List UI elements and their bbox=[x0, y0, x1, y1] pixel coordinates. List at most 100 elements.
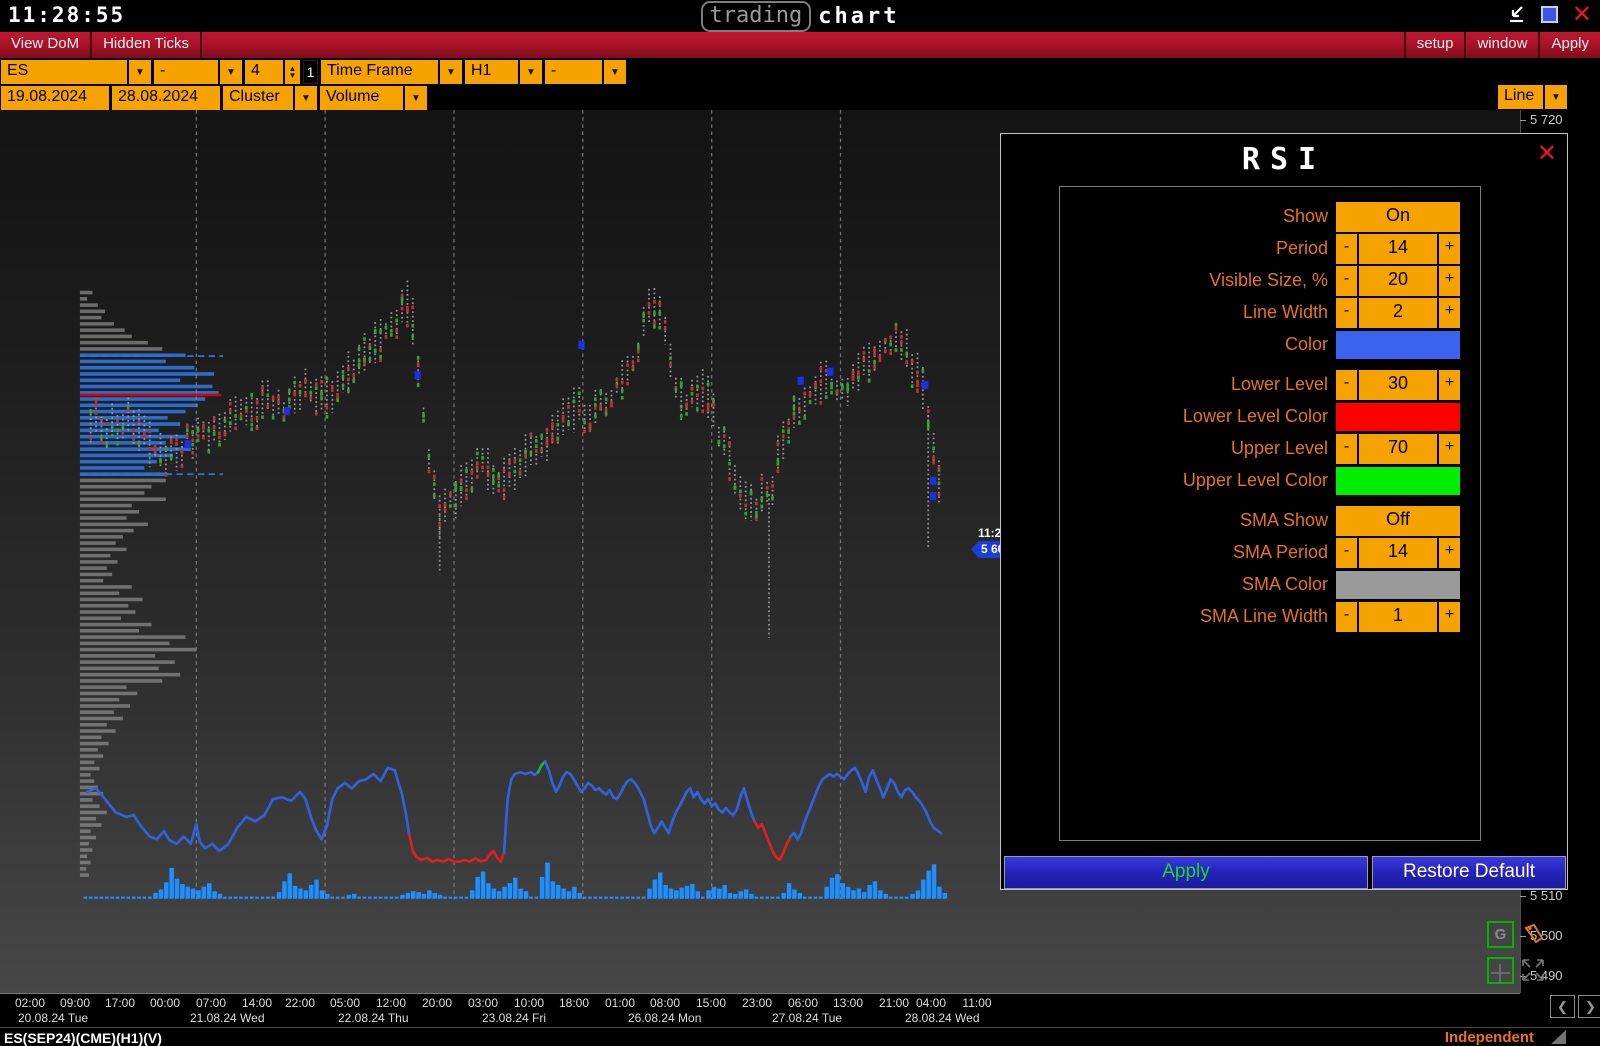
clock: 11:28:55 bbox=[8, 3, 125, 27]
increment-button[interactable]: + bbox=[1439, 234, 1460, 264]
dropdown-line[interactable]: Line▼ bbox=[1498, 85, 1567, 109]
dialog-apply-button[interactable]: Apply bbox=[1004, 856, 1368, 889]
dropdown--[interactable]: -▼ bbox=[545, 60, 626, 84]
color-swatch[interactable] bbox=[1336, 571, 1460, 599]
color-swatch[interactable] bbox=[1336, 467, 1460, 495]
increment-button[interactable]: + bbox=[1439, 298, 1460, 328]
increment-button[interactable]: + bbox=[1439, 434, 1460, 464]
spinner-arrows-icon[interactable]: ▲▼ bbox=[285, 60, 300, 84]
dialog-row-period: Period-14+ bbox=[1060, 234, 1480, 264]
menu-item-hidden-ticks[interactable]: Hidden Ticks bbox=[92, 32, 202, 58]
toggle-button[interactable]: Off bbox=[1336, 506, 1460, 536]
dropdown-time-frame[interactable]: Time Frame▼ bbox=[321, 60, 462, 84]
time-axis-label: 14:00 bbox=[242, 996, 272, 1010]
increment-button[interactable]: + bbox=[1439, 538, 1460, 568]
decrement-button[interactable]: - bbox=[1336, 602, 1357, 632]
dialog-row-show: ShowOn bbox=[1060, 202, 1480, 232]
date-axis-label: 21.08.24 Wed bbox=[190, 1011, 265, 1025]
dropdown-es[interactable]: ES▼ bbox=[1, 60, 151, 84]
time-axis-label: 13:00 bbox=[833, 996, 863, 1010]
chevron-down-icon[interactable]: ▼ bbox=[604, 60, 626, 84]
decrement-button[interactable]: - bbox=[1336, 266, 1357, 296]
control-28-08-2024[interactable]: 28.08.2024 bbox=[112, 86, 220, 110]
control-label: 19.08.2024 bbox=[1, 86, 109, 110]
dialog-row-upper-level: Upper Level-70+ bbox=[1060, 434, 1480, 464]
close-window-icon[interactable]: ✕ bbox=[1572, 4, 1592, 24]
dropdown-cluster[interactable]: Cluster▼ bbox=[223, 86, 317, 110]
control-label: Volume bbox=[320, 86, 403, 110]
expand-arrows-icon[interactable] bbox=[1519, 956, 1547, 989]
increment-button[interactable]: + bbox=[1439, 602, 1460, 632]
chart-type-control: Line▼ bbox=[1498, 85, 1567, 109]
increment-button[interactable]: + bbox=[1439, 370, 1460, 400]
chevron-down-icon[interactable]: ▼ bbox=[520, 60, 542, 84]
scroll-left-button[interactable]: ❮ bbox=[1550, 995, 1575, 1018]
time-axis-label: 12:00 bbox=[376, 996, 406, 1010]
dialog-row-sma-period: SMA Period-14+ bbox=[1060, 538, 1480, 568]
chevron-down-icon[interactable]: ▼ bbox=[220, 60, 242, 84]
dropdown-h1[interactable]: H1▼ bbox=[465, 60, 542, 84]
control-label: ES bbox=[1, 60, 127, 84]
control-label: Cluster bbox=[223, 86, 293, 110]
menu-item-setup[interactable]: setup bbox=[1404, 32, 1465, 58]
value-field[interactable]: 14 bbox=[1359, 538, 1437, 568]
rsi-settings-dialog: RSI ✕ ShowOnPeriod-14+Visible Size, %-20… bbox=[1000, 133, 1568, 890]
resize-grip[interactable] bbox=[1551, 1030, 1566, 1044]
dialog-row-color: Color bbox=[1060, 330, 1480, 360]
color-swatch[interactable] bbox=[1336, 331, 1460, 359]
setting-label: SMA Color bbox=[1060, 570, 1336, 600]
minimize-icon[interactable] bbox=[1507, 4, 1527, 24]
grid-toggle-g-button[interactable]: G bbox=[1487, 921, 1514, 948]
setting-label: SMA Period bbox=[1060, 538, 1336, 568]
chevron-down-icon[interactable]: ▼ bbox=[129, 60, 151, 84]
menu-item-view-dom[interactable]: View DoM bbox=[0, 32, 92, 58]
maximize-icon[interactable] bbox=[1541, 6, 1558, 23]
time-axis-label: 17:00 bbox=[105, 996, 135, 1010]
dialog-restore-default-button[interactable]: Restore Default bbox=[1372, 856, 1566, 889]
color-swatch[interactable] bbox=[1336, 403, 1460, 431]
label-tag-icon[interactable] bbox=[1521, 921, 1547, 952]
decrement-button[interactable]: - bbox=[1336, 434, 1357, 464]
dialog-close-icon[interactable]: ✕ bbox=[1537, 139, 1557, 167]
value-field[interactable]: 2 bbox=[1359, 298, 1437, 328]
date-axis-label: 23.08.24 Fri bbox=[482, 1011, 546, 1025]
control-1[interactable]: 1 bbox=[303, 60, 318, 84]
scroll-right-button[interactable]: ❯ bbox=[1578, 995, 1600, 1018]
value-field[interactable]: 20 bbox=[1359, 266, 1437, 296]
menu-item-apply[interactable]: Apply bbox=[1538, 32, 1600, 58]
time-axis-label: 05:00 bbox=[330, 996, 360, 1010]
time-axis-label: 21:00 bbox=[879, 996, 909, 1010]
crosshair-toggle-button[interactable] bbox=[1487, 957, 1514, 984]
chevron-down-icon[interactable]: ▼ bbox=[1545, 85, 1567, 109]
instrument-label: ES(SEP24)(CME)(H1)(V) bbox=[4, 1030, 162, 1046]
value-field[interactable]: 70 bbox=[1359, 434, 1437, 464]
price-axis-label: 5 510 bbox=[1530, 888, 1563, 903]
decrement-button[interactable]: - bbox=[1336, 538, 1357, 568]
control-label: Line bbox=[1498, 85, 1543, 109]
time-axis-label: 23:00 bbox=[742, 996, 772, 1010]
decrement-button[interactable]: - bbox=[1336, 370, 1357, 400]
dropdown-volume[interactable]: Volume▼ bbox=[320, 86, 427, 110]
chevron-down-icon[interactable]: ▼ bbox=[440, 60, 462, 84]
toggle-button[interactable]: On bbox=[1336, 202, 1460, 232]
decrement-button[interactable]: - bbox=[1336, 298, 1357, 328]
control-19-08-2024[interactable]: 19.08.2024 bbox=[1, 86, 109, 110]
value-field[interactable]: 1 bbox=[1359, 602, 1437, 632]
increment-button[interactable]: + bbox=[1439, 266, 1460, 296]
value-field[interactable]: 30 bbox=[1359, 370, 1437, 400]
setting-label: Color bbox=[1060, 330, 1336, 360]
dropdown--[interactable]: -▼ bbox=[154, 60, 242, 84]
setting-label: Lower Level Color bbox=[1060, 402, 1336, 432]
date-axis-label: 22.08.24 Thu bbox=[338, 1011, 409, 1025]
decrement-button[interactable]: - bbox=[1336, 234, 1357, 264]
dialog-row-lower-level: Lower Level-30+ bbox=[1060, 370, 1480, 400]
value-field[interactable]: 14 bbox=[1359, 234, 1437, 264]
chevron-down-icon[interactable]: ▼ bbox=[295, 86, 317, 110]
chevron-down-icon[interactable]: ▼ bbox=[405, 86, 427, 110]
control-4[interactable]: 4▲▼ bbox=[245, 60, 300, 84]
dialog-row-line-width: Line Width-2+ bbox=[1060, 298, 1480, 328]
menu-item-window[interactable]: window bbox=[1464, 32, 1538, 58]
toolbar-row-1: ES▼-▼4▲▼1Time Frame▼H1▼-▼ bbox=[1, 60, 626, 84]
control-label: Time Frame bbox=[321, 60, 438, 84]
dialog-row-lower-level-color: Lower Level Color bbox=[1060, 402, 1480, 432]
